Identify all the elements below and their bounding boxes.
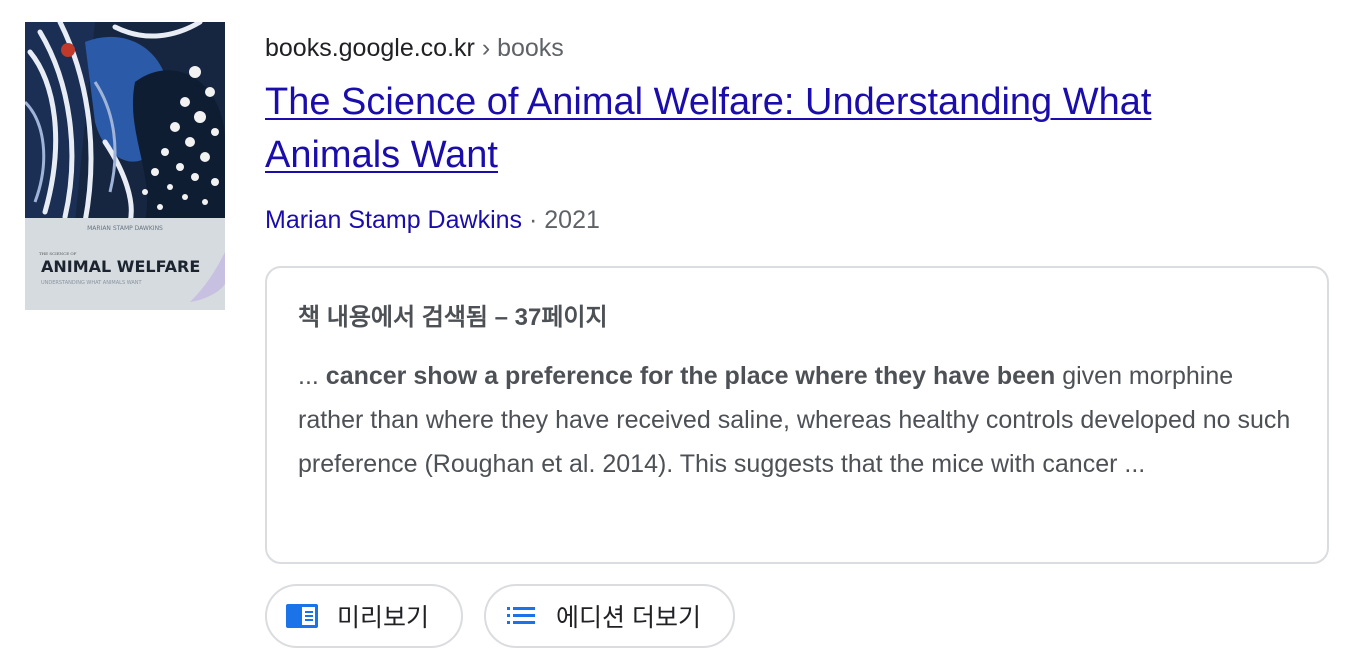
action-buttons: 미리보기 에디션 더보기	[265, 584, 735, 648]
search-result: books.google.co.kr › books The Science o…	[265, 30, 1330, 648]
cover-title: ANIMAL WELFARE	[41, 257, 200, 276]
snippet-highlight: cancer show a preference for the place w…	[325, 362, 1056, 390]
snippet-card[interactable]: 책 내용에서 검색됨 – 37페이지 ... cancer show a pre…	[265, 266, 1329, 564]
more-editions-label: 에디션 더보기	[556, 604, 701, 632]
preview-button[interactable]: 미리보기	[265, 584, 464, 648]
book-cover-thumbnail[interactable]: MARIAN STAMP DAWKINS THE SCIENCE OF ANIM…	[25, 22, 225, 310]
meta-separator: ·	[528, 206, 538, 234]
breadcrumb-separator: ›	[481, 34, 491, 62]
book-cover-art: MARIAN STAMP DAWKINS THE SCIENCE OF ANIM…	[25, 22, 225, 310]
book-preview-icon	[285, 601, 319, 631]
more-editions-button[interactable]: 에디션 더보기	[484, 584, 735, 648]
result-meta: Marian Stamp Dawkins · 2021	[265, 202, 1330, 238]
snippet-text: ... cancer show a preference for the pla…	[298, 354, 1298, 486]
author-link[interactable]: Marian Stamp Dawkins	[265, 206, 522, 234]
breadcrumb[interactable]: books.google.co.kr › books	[265, 30, 1330, 66]
cover-subtitle: UNDERSTANDING WHAT ANIMALS WANT	[41, 280, 143, 286]
snippet-prefix: ...	[298, 362, 326, 390]
breadcrumb-site: books.google.co.kr	[265, 34, 475, 62]
snippet-heading: 책 내용에서 검색됨 – 37페이지	[298, 304, 608, 331]
cover-author-line: MARIAN STAMP DAWKINS	[87, 225, 163, 232]
list-icon	[504, 601, 538, 631]
cover-kicker: THE SCIENCE OF	[39, 251, 77, 256]
publication-year: 2021	[544, 206, 600, 234]
breadcrumb-path: books	[497, 34, 564, 62]
preview-button-label: 미리보기	[337, 604, 430, 632]
result-title-link[interactable]: The Science of Animal Welfare: Understan…	[265, 76, 1225, 182]
